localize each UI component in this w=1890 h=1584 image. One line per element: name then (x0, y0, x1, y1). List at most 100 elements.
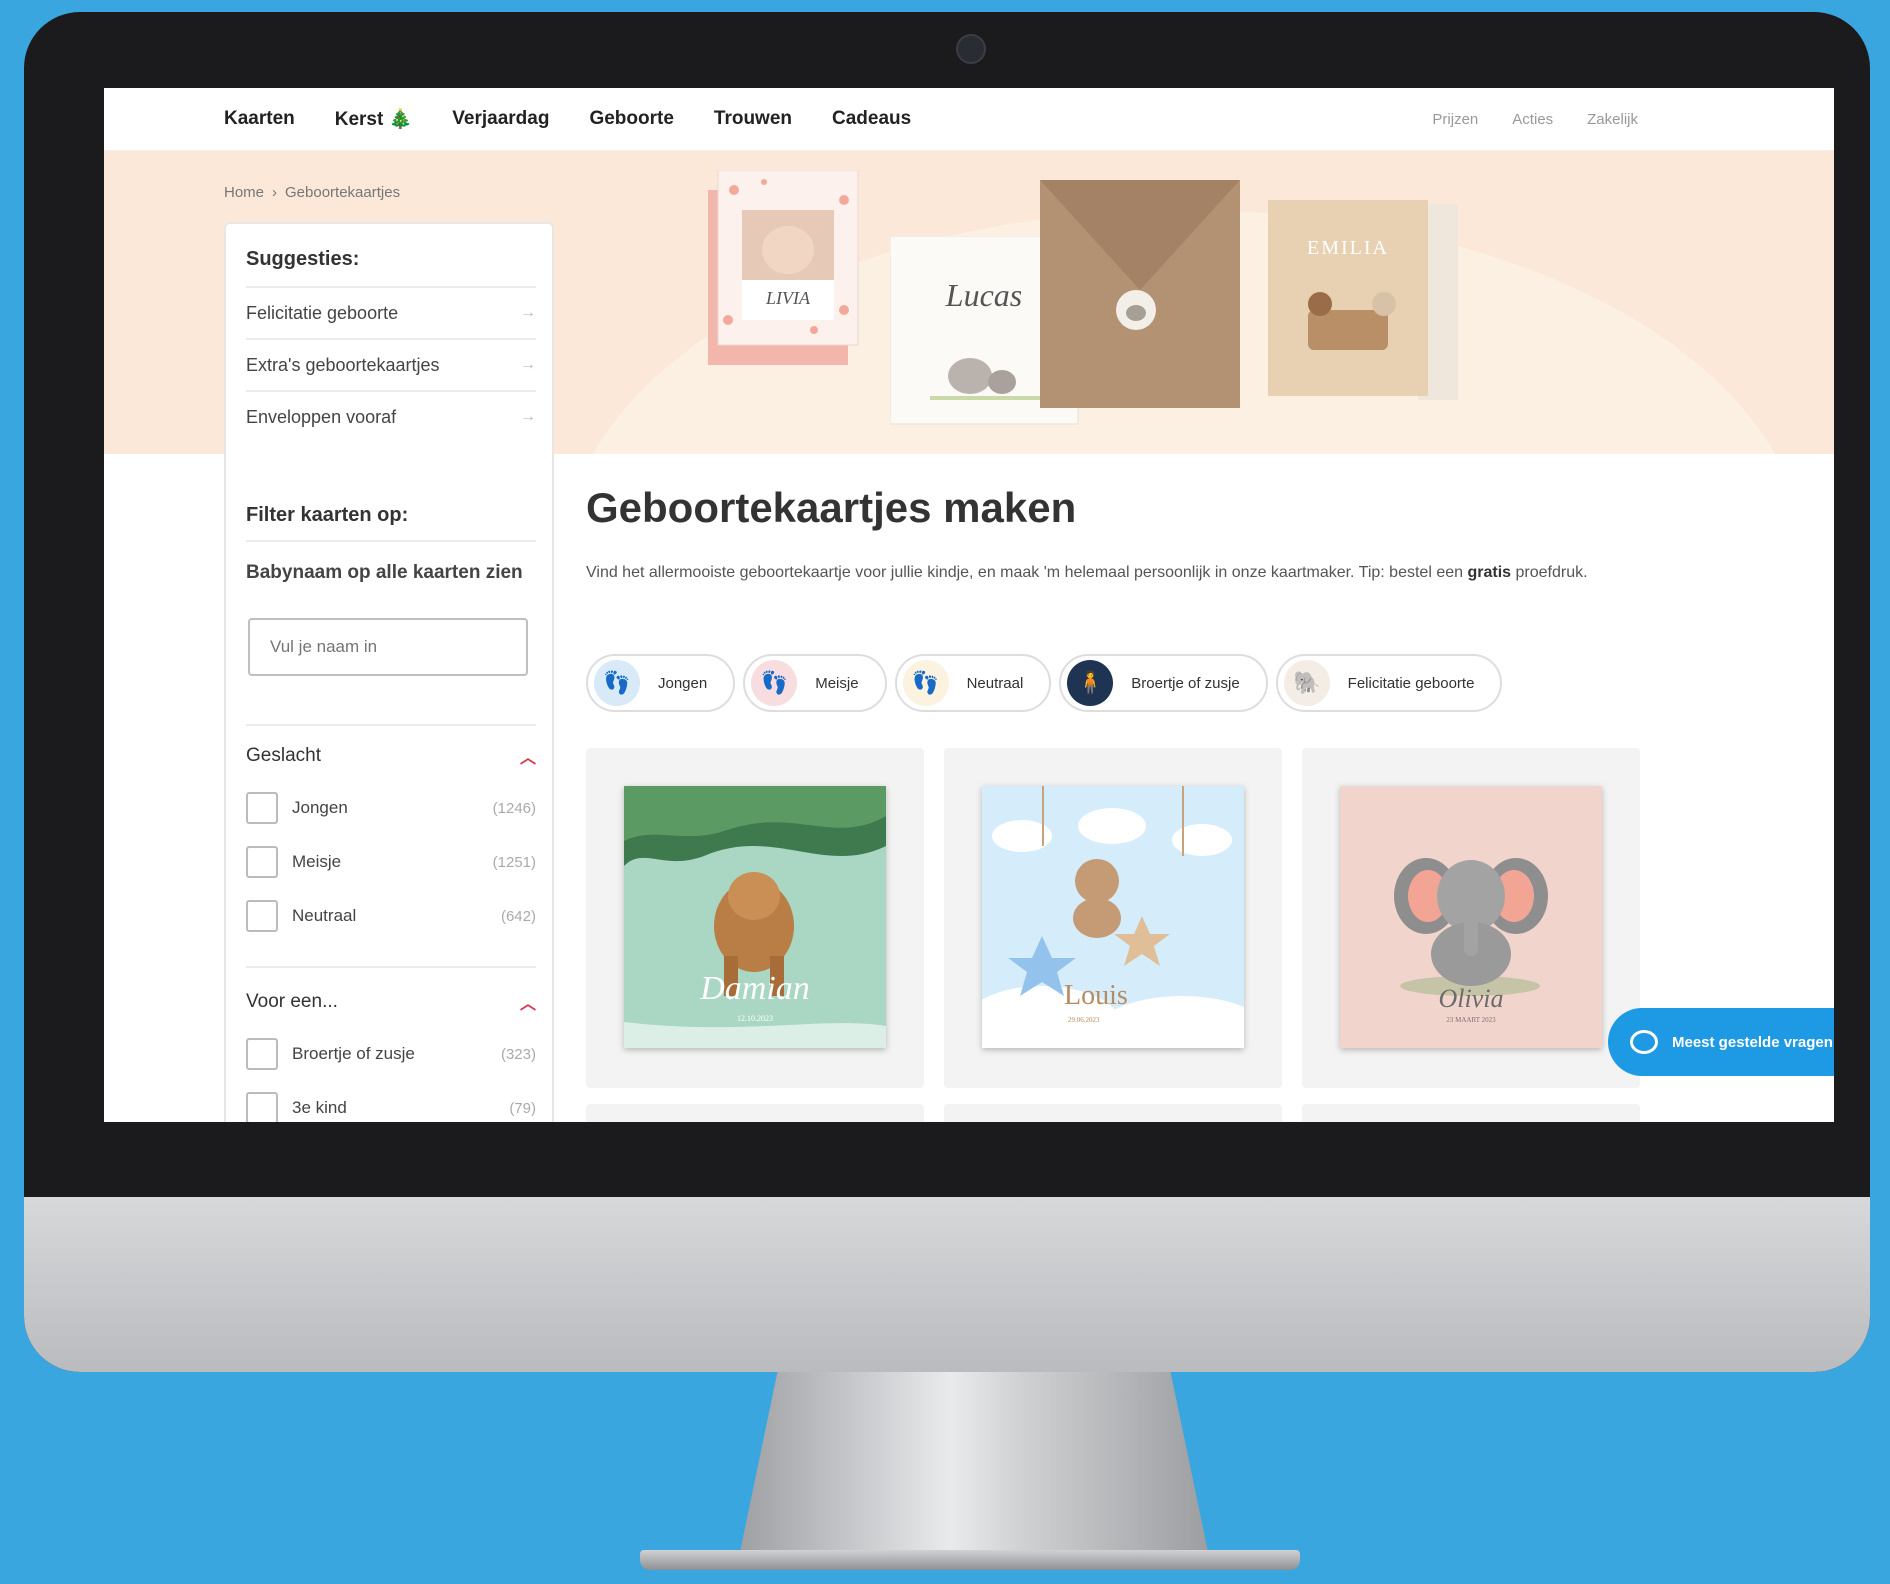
nav-link-prijzen[interactable]: Prijzen (1432, 111, 1478, 128)
suggestion-enveloppen[interactable]: Enveloppen vooraf → (246, 390, 536, 442)
breadcrumb-home[interactable]: Home (224, 184, 264, 201)
chevron-up-icon: ︿ (519, 996, 536, 1013)
page-title: Geboortekaartjes maken (586, 484, 1077, 531)
filter-group-label: Geslacht (246, 745, 321, 766)
option-count: (79) (509, 1099, 536, 1117)
arrow-right-icon: → (520, 356, 536, 373)
product-card-placeholder[interactable] (944, 1104, 1282, 1122)
chip-label: Felicitatie geboorte (1347, 674, 1475, 692)
suggestion-label: Felicitatie geboorte (246, 302, 399, 323)
footprints-icon: 👣 (751, 660, 798, 706)
suggestions-title: Suggesties: (246, 248, 360, 270)
option-count: (1246) (492, 799, 536, 817)
chip-label: Broertje of zusje (1131, 674, 1240, 692)
suggestion-label: Extra's geboortekaartjes (246, 354, 440, 375)
filter-option-neutraal[interactable]: Neutraal (642) (246, 896, 536, 936)
product-card-placeholder[interactable] (1302, 1104, 1640, 1122)
option-count: (642) (500, 907, 536, 925)
hero-livia-name: LIVIA (765, 288, 811, 308)
filter-title: Filter kaarten op: (246, 504, 409, 526)
suggestion-label: Enveloppen vooraf (246, 406, 397, 427)
card-date: 23 MAART 2023 (1446, 1016, 1496, 1024)
chip-jongen[interactable]: 👣 Jongen (586, 654, 736, 712)
card-date: 12.10.2023 (737, 1014, 773, 1023)
chip-broertje-of-zusje[interactable]: 🧍 Broertje of zusje (1059, 654, 1268, 712)
nav-item-cadeaus[interactable]: Cadeaus (832, 108, 911, 130)
chip-label: Meisje (815, 674, 859, 692)
suggestion-extras[interactable]: Extra's geboortekaartjes → (246, 338, 536, 390)
chip-label: Neutraal (966, 674, 1024, 692)
filter-option-meisje[interactable]: Meisje (1251) (246, 842, 536, 882)
product-card-placeholder[interactable] (586, 1104, 924, 1122)
option-label: Meisje (292, 852, 342, 871)
option-label: Jongen (292, 798, 348, 817)
elephant-icon: 🐘 (1283, 660, 1330, 706)
checkbox[interactable] (246, 846, 278, 878)
option-label: Broertje of zusje (292, 1044, 415, 1063)
checkbox[interactable] (246, 1038, 278, 1070)
option-count: (1251) (492, 853, 536, 871)
main-nav: Kaarten Kerst 🎄 Verjaardag Geboorte Trou… (224, 88, 911, 150)
monitor-chin (24, 1197, 1870, 1372)
card-name: Louis (1064, 980, 1128, 1011)
card-name: Olivia (1438, 984, 1504, 1013)
top-navigation: Kaarten Kerst 🎄 Verjaardag Geboorte Trou… (104, 88, 1834, 151)
category-chips: 👣 Jongen 👣 Meisje 👣 Neutraal 🧍 Broertje … (586, 654, 1503, 712)
chip-meisje[interactable]: 👣 Meisje (743, 654, 887, 712)
filter-option-broertje-of-zusje[interactable]: Broertje of zusje (323) (246, 1034, 536, 1074)
card-date: 29.06.2023 (1068, 1016, 1100, 1024)
nav-link-acties[interactable]: Acties (1512, 111, 1553, 128)
chip-neutraal[interactable]: 👣 Neutraal (894, 654, 1052, 712)
option-count: (323) (500, 1045, 536, 1063)
faq-label: Meest gestelde vragen (1672, 1033, 1833, 1051)
intro-text-part1: Vind het allermooiste geboortekaartje vo… (586, 564, 1464, 581)
intro-text: Vind het allermooiste geboortekaartje vo… (586, 558, 1626, 588)
nav-item-trouwen[interactable]: Trouwen (714, 108, 792, 130)
filter-option-jongen[interactable]: Jongen (1246) (246, 788, 536, 828)
nav-item-kaarten[interactable]: Kaarten (224, 108, 295, 130)
faq-button[interactable]: Meest gestelde vragen (1608, 1008, 1834, 1076)
chevron-up-icon: ︿ (519, 750, 536, 767)
filter-group-label: Voor een... (246, 991, 338, 1012)
hero-lucas-name: Lucas (945, 277, 1022, 313)
camera-icon (956, 34, 986, 64)
filter-sidebar: Suggesties: Felicitatie geboorte → Extra… (224, 222, 554, 1122)
nav-link-zakelijk[interactable]: Zakelijk (1587, 111, 1638, 128)
checkbox[interactable] (246, 792, 278, 824)
product-card-louis[interactable]: Louis 29.06.2023 (944, 748, 1282, 1088)
siblings-icon: 🧍 (1067, 660, 1114, 706)
arrow-right-icon: → (520, 304, 536, 321)
babyname-input[interactable] (248, 618, 528, 676)
filter-option-3e-kind[interactable]: 3e kind (79) (246, 1088, 536, 1122)
breadcrumb-current: Geboortekaartjes (285, 184, 401, 201)
secondary-nav: Prijzen Acties Zakelijk (1432, 88, 1638, 150)
checkbox[interactable] (246, 1092, 278, 1122)
chip-felicitatie-geboorte[interactable]: 🐘 Felicitatie geboorte (1275, 654, 1503, 712)
option-label: Neutraal (292, 906, 357, 925)
hero-envelope (1040, 180, 1240, 408)
nav-item-kerst[interactable]: Kerst 🎄 (335, 107, 413, 131)
footprints-icon: 👣 (594, 660, 640, 706)
product-card-damian[interactable]: Damian 12.10.2023 (586, 748, 924, 1088)
option-label: 3e kind (292, 1098, 347, 1117)
breadcrumb-separator: › (272, 184, 278, 201)
chat-bubble-icon (1630, 1030, 1658, 1054)
chip-label: Jongen (658, 674, 708, 692)
suggestion-felicitatie[interactable]: Felicitatie geboorte → (246, 286, 536, 338)
product-card-olivia[interactable]: Olivia 23 MAART 2023 (1302, 748, 1640, 1088)
nav-item-geboorte[interactable]: Geboorte (589, 108, 673, 130)
nav-item-verjaardag[interactable]: Verjaardag (452, 108, 549, 130)
filter-group-geslacht[interactable]: Geslacht ︿ (246, 744, 536, 768)
browser-screen: LIVIA Lucas EMILIA Home › Geboortekaartj… (104, 88, 1834, 1122)
footprints-icon: 👣 (902, 660, 949, 706)
hero-emilia-name: EMILIA (1307, 237, 1389, 259)
arrow-right-icon: → (520, 408, 536, 425)
monitor-stand-base (640, 1550, 1300, 1570)
card-name: Damian (700, 970, 810, 1007)
hero-card-emilia: EMILIA (1268, 200, 1458, 400)
intro-text-part2: proefdruk. (1515, 564, 1588, 581)
intro-text-bold: gratis (1467, 564, 1512, 581)
filter-group-voor-een[interactable]: Voor een... ︿ (246, 990, 536, 1014)
checkbox[interactable] (246, 900, 278, 932)
hero-card-livia: LIVIA (708, 170, 859, 365)
